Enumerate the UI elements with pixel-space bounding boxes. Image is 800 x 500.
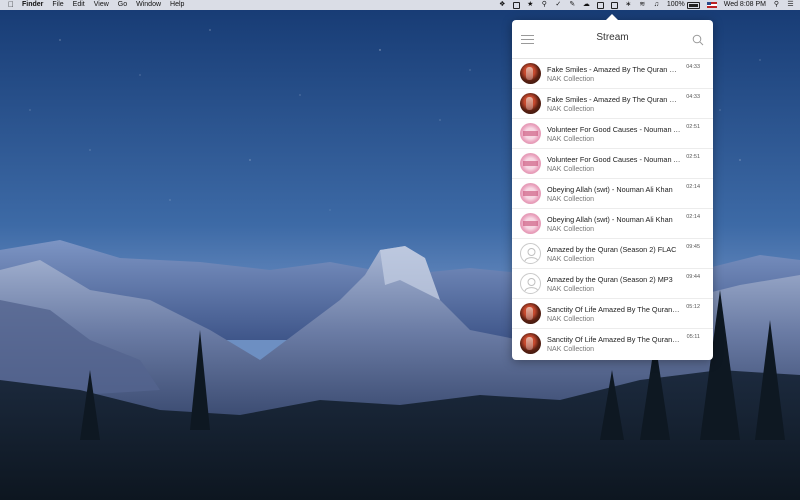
popover-title: Stream — [596, 32, 629, 43]
track-artwork — [520, 183, 541, 204]
menu-app-name[interactable]: Finder — [22, 0, 43, 10]
menu-window[interactable]: Window — [136, 0, 161, 10]
wifi-icon[interactable]: ≋ — [639, 1, 646, 9]
placeholder-artwork-icon — [520, 243, 541, 264]
track-row-9[interactable]: Sanctity Of Life Amazed By The Quran Wit… — [512, 299, 713, 329]
track-collection: NAK Collection — [547, 286, 595, 293]
track-row-7[interactable]: Amazed by the Quran (Season 2) FLAC NAK … — [512, 239, 713, 269]
track-collection: NAK Collection — [547, 196, 595, 203]
notification-center-icon[interactable]: ☰ — [787, 1, 794, 9]
track-title: Sanctity Of Life Amazed By The Quran Wit… — [547, 305, 681, 314]
track-artwork — [520, 333, 541, 354]
battery-icon — [686, 1, 700, 9]
track-artwork — [520, 153, 541, 174]
dropbox-icon[interactable]: ❖ — [499, 1, 506, 9]
track-title: Volunteer For Good Causes - Nouman Ali K… — [547, 155, 681, 164]
track-row-1[interactable]: Fake Smiles - Amazed By The Quran With N… — [512, 59, 713, 89]
track-row-5[interactable]: Obeying Allah (swt) - Nouman Ali Khan NA… — [512, 179, 713, 209]
search-icon[interactable] — [692, 34, 704, 46]
track-title: Fake Smiles - Amazed By The Quran With N… — [547, 95, 681, 104]
battery-percent: 100% — [666, 1, 685, 8]
track-duration: 04:33 — [686, 94, 700, 100]
track-row-3[interactable]: Volunteer For Good Causes - Nouman Ali K… — [512, 119, 713, 149]
track-duration: 02:14 — [686, 214, 700, 220]
keyboard-icon[interactable] — [610, 1, 618, 9]
track-title: Fake Smiles - Amazed By The Quran With N… — [547, 65, 681, 74]
track-title: Amazed by the Quran (Season 2) FLAC — [547, 245, 677, 254]
track-title: Sanctity Of Life Amazed By The Quran Wit… — [547, 335, 681, 344]
track-artwork — [520, 303, 541, 324]
track-duration: 04:33 — [686, 64, 700, 70]
document-icon[interactable] — [512, 1, 520, 9]
bluetooth-icon[interactable]: ∗ — [625, 1, 632, 9]
track-collection: NAK Collection — [547, 316, 595, 323]
input-source-flag-icon[interactable] — [706, 2, 717, 8]
track-row-10[interactable]: Sanctity Of Life Amazed By The Quran Wit… — [512, 329, 713, 359]
track-collection: NAK Collection — [547, 76, 595, 83]
track-collection: NAK Collection — [547, 256, 595, 263]
menu-go[interactable]: Go — [118, 0, 127, 10]
track-duration: 09:44 — [686, 274, 700, 280]
menu-bar:  Finder File Edit View Go Window Help ❖… — [0, 0, 800, 10]
pin-icon[interactable]: ⚲ — [541, 1, 548, 9]
track-row-6[interactable]: Obeying Allah (swt) - Nouman Ali Khan NA… — [512, 209, 713, 239]
track-duration: 09:45 — [686, 244, 700, 250]
track-artwork — [520, 93, 541, 114]
spotlight-search-icon[interactable]: ⚲ — [773, 1, 780, 9]
track-duration: 05:12 — [686, 304, 700, 310]
track-collection: NAK Collection — [547, 136, 595, 143]
stream-cloud-icon[interactable]: ☁ — [583, 1, 590, 9]
volume-icon[interactable]: ♫ — [653, 1, 660, 9]
menu-help[interactable]: Help — [170, 0, 184, 10]
track-artwork — [520, 213, 541, 234]
track-duration: 02:51 — [686, 154, 700, 160]
airplay-icon[interactable] — [596, 1, 604, 9]
track-artwork — [520, 63, 541, 84]
track-row-2[interactable]: Fake Smiles - Amazed By The Quran With N… — [512, 89, 713, 119]
check-circle-icon[interactable]: ✓ — [555, 1, 562, 9]
placeholder-artwork-icon — [520, 273, 541, 294]
track-collection: NAK Collection — [547, 226, 595, 233]
track-collection: NAK Collection — [547, 106, 595, 113]
track-row-8[interactable]: Amazed by the Quran (Season 2) MP3 NAK C… — [512, 269, 713, 299]
apple-menu-icon[interactable]:  — [8, 0, 14, 10]
track-duration: 02:51 — [686, 124, 700, 130]
stream-popover: Stream Fake Smiles - Amazed By The Quran… — [512, 14, 713, 360]
track-collection: NAK Collection — [547, 166, 595, 173]
track-duration: 05:11 — [686, 334, 700, 340]
track-collection: NAK Collection — [547, 346, 595, 353]
menu-edit[interactable]: Edit — [73, 0, 85, 10]
menu-view[interactable]: View — [94, 0, 109, 10]
track-duration: 02:14 — [686, 184, 700, 190]
pen-icon[interactable]: ✎ — [569, 1, 576, 9]
track-title: Obeying Allah (swt) - Nouman Ali Khan — [547, 215, 673, 224]
track-title: Volunteer For Good Causes - Nouman Ali K… — [547, 125, 681, 134]
bug-icon[interactable]: ★ — [527, 1, 534, 9]
menu-file[interactable]: File — [52, 0, 63, 10]
track-title: Amazed by the Quran (Season 2) MP3 — [547, 275, 673, 284]
track-title: Obeying Allah (swt) - Nouman Ali Khan — [547, 185, 673, 194]
track-artwork — [520, 123, 541, 144]
popover-header: Stream — [512, 20, 713, 59]
menu-clock[interactable]: Wed 8:08 PM — [724, 0, 766, 10]
track-list: Fake Smiles - Amazed By The Quran With N… — [512, 59, 713, 359]
track-row-4[interactable]: Volunteer For Good Causes - Nouman Ali K… — [512, 149, 713, 179]
battery-indicator[interactable]: 100% — [667, 0, 700, 10]
